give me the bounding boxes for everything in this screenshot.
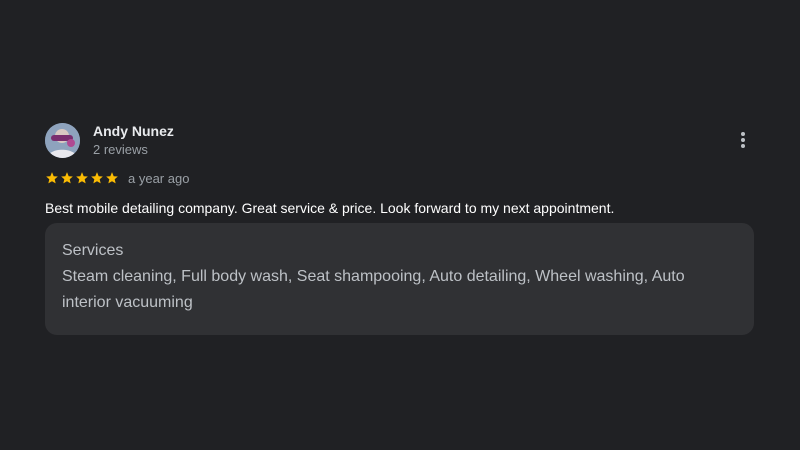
star-icon [76, 172, 88, 184]
more-vertical-icon [741, 132, 745, 148]
services-title: Services [62, 242, 124, 259]
review-time: a year ago [128, 170, 190, 186]
avatar-image [45, 122, 80, 158]
review-text: Best mobile detailing company. Great ser… [45, 200, 615, 216]
star-rating [45, 171, 119, 185]
rating-row: a year ago [45, 168, 755, 188]
star-icon [91, 172, 103, 184]
review-header: Andy Nunez 2 reviews [45, 120, 755, 160]
services-list: Steam cleaning, Full body wash, Seat sha… [62, 268, 685, 311]
services-card: Services Steam cleaning, Full body wash,… [45, 223, 754, 335]
review-card: Andy Nunez 2 reviews a year ago Best mob… [45, 120, 755, 335]
star-icon [46, 172, 58, 184]
author-name[interactable]: Andy Nunez [93, 122, 174, 140]
more-options-button[interactable] [731, 128, 755, 152]
author-review-count[interactable]: 2 reviews [93, 141, 174, 159]
star-icon [106, 172, 118, 184]
author-info: Andy Nunez 2 reviews [93, 122, 174, 159]
avatar[interactable] [45, 122, 80, 158]
star-icon [61, 172, 73, 184]
